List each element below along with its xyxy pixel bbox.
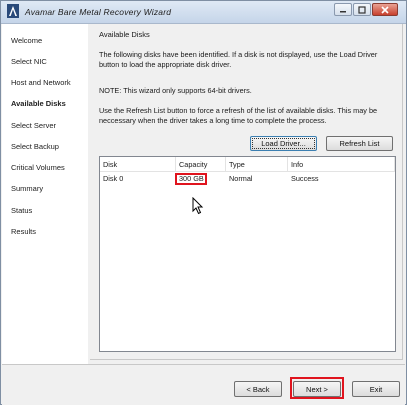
- content-panel: Available Disks The following disks have…: [90, 24, 403, 360]
- sidebar-item-status[interactable]: Status: [11, 206, 32, 215]
- capacity-highlight-box: [175, 173, 207, 185]
- close-icon[interactable]: [372, 3, 398, 16]
- sidebar-item-summary[interactable]: Summary: [11, 184, 43, 193]
- maximize-icon[interactable]: [353, 3, 371, 16]
- sidebar-item-results[interactable]: Results: [11, 227, 36, 236]
- cell-type: Normal: [229, 174, 253, 183]
- column-header-capacity[interactable]: Capacity: [176, 157, 226, 172]
- sidebar-item-available-disks[interactable]: Available Disks: [11, 99, 66, 108]
- intro-text: The following disks have been identified…: [99, 50, 378, 69]
- exit-button[interactable]: Exit: [352, 381, 400, 397]
- wizard-footer: < Back Next > Exit: [2, 364, 405, 405]
- column-header-info[interactable]: Info: [288, 157, 395, 172]
- sidebar-item-select-server[interactable]: Select Server: [11, 121, 56, 130]
- cell-info: Success: [291, 174, 319, 183]
- cell-disk: Disk 0: [103, 174, 124, 183]
- wizard-steps-sidebar: Welcome Select NIC Host and Network Avai…: [2, 24, 88, 364]
- mouse-cursor-icon: [192, 197, 204, 215]
- sidebar-item-critical-volumes[interactable]: Critical Volumes: [11, 163, 65, 172]
- disk-table: Disk Capacity Type Info Disk 0 300 GB No…: [99, 156, 396, 352]
- window-controls: [334, 3, 398, 16]
- load-driver-button[interactable]: Load Driver...: [250, 136, 317, 151]
- avamar-logo-icon: [7, 4, 19, 18]
- minimize-icon[interactable]: [334, 3, 352, 16]
- column-header-disk[interactable]: Disk: [100, 157, 176, 172]
- sidebar-item-select-backup[interactable]: Select Backup: [11, 142, 59, 151]
- sidebar-item-select-nic[interactable]: Select NIC: [11, 57, 47, 66]
- back-button[interactable]: < Back: [234, 381, 282, 397]
- refresh-list-button[interactable]: Refresh List: [326, 136, 393, 151]
- next-highlight-box: [290, 377, 344, 399]
- page-title: Available Disks: [99, 30, 150, 39]
- note-text: NOTE: This wizard only supports 64-bit d…: [99, 86, 252, 95]
- window-title: Avamar Bare Metal Recovery Wizard: [25, 7, 172, 17]
- column-header-type[interactable]: Type: [226, 157, 288, 172]
- sidebar-item-host-and-network[interactable]: Host and Network: [11, 78, 71, 87]
- title-bar[interactable]: Avamar Bare Metal Recovery Wizard: [1, 1, 406, 24]
- sidebar-item-welcome[interactable]: Welcome: [11, 36, 42, 45]
- refresh-info-text: Use the Refresh List button to force a r…: [99, 106, 378, 125]
- wizard-window: Avamar Bare Metal Recovery Wizard Welcom…: [0, 0, 407, 405]
